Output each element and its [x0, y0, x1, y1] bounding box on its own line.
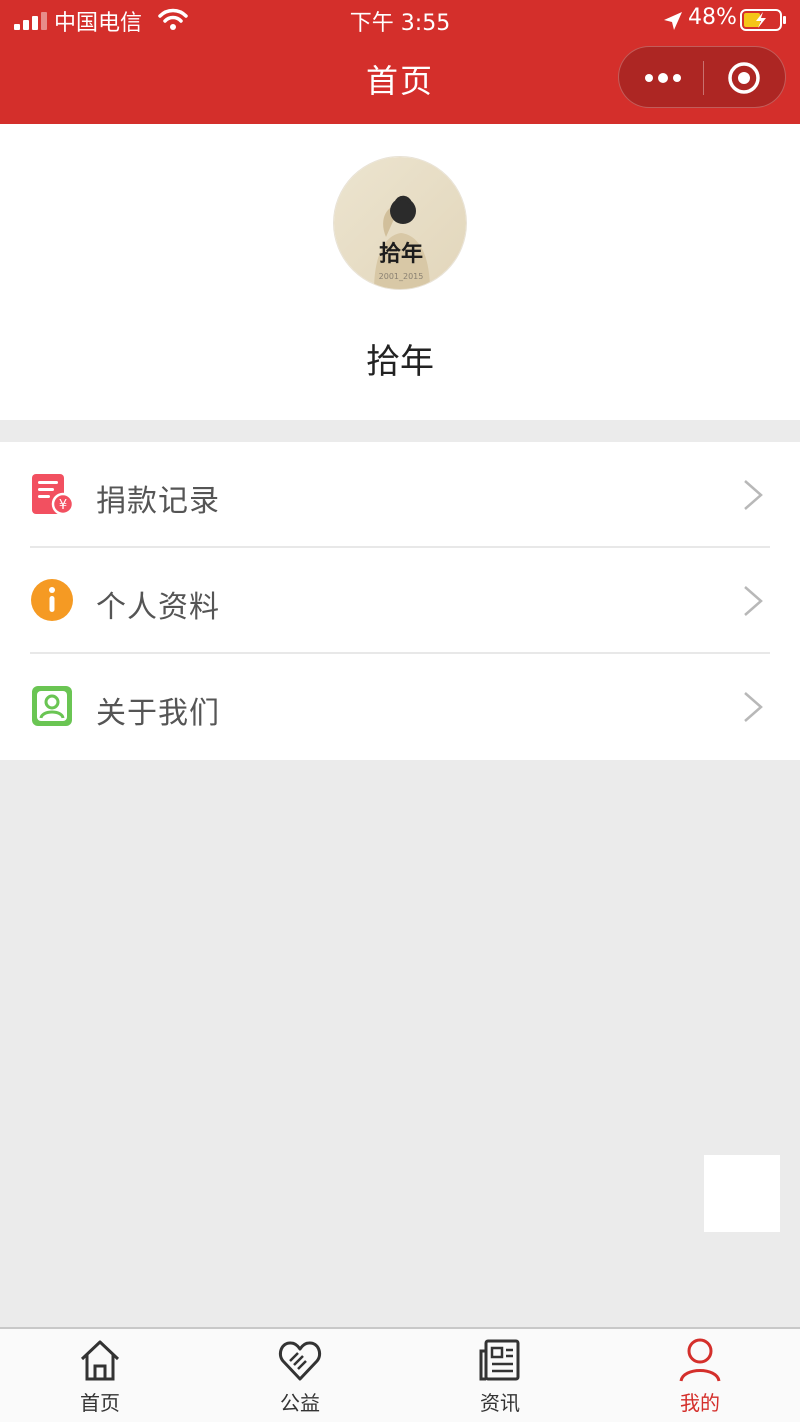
user-icon	[679, 1338, 721, 1382]
profile-section: 拾年 2001_2015 拾年	[0, 124, 800, 420]
chevron-right-icon	[744, 692, 763, 722]
more-dots-icon[interactable]	[643, 69, 683, 87]
heart-hands-icon	[278, 1341, 322, 1381]
avatar[interactable]: 拾年 2001_2015	[333, 156, 467, 290]
tab-home[interactable]: 首页	[0, 1329, 200, 1422]
tab-charity[interactable]: 公益	[200, 1329, 400, 1422]
avatar-image: 拾年 2001_2015	[334, 157, 466, 289]
status-bar: 中国电信 下午 3:55 48%	[0, 0, 800, 40]
avatar-text: 拾年	[379, 241, 423, 267]
battery-charging-icon	[740, 9, 786, 31]
chevron-right-icon	[744, 586, 763, 616]
donation-record-icon: ¥	[32, 474, 74, 516]
tab-news[interactable]: 资讯	[400, 1329, 600, 1422]
svg-text:¥: ¥	[59, 498, 67, 513]
tab-label: 我的	[680, 1391, 720, 1415]
tab-bar: 首页 公益 资讯 我的	[0, 1327, 800, 1422]
menu-item-about-us[interactable]: 关于我们	[0, 654, 800, 760]
tab-label: 公益	[280, 1391, 320, 1415]
menu-label-profile: 个人资料	[96, 590, 220, 625]
menu-label-donation-records: 捐款记录	[96, 484, 220, 519]
avatar-subtext: 2001_2015	[379, 272, 424, 281]
tab-label: 首页	[80, 1391, 120, 1415]
menu-label-about-us: 关于我们	[96, 696, 220, 731]
menu-list: ¥ 捐款记录 个人资料 关于我们	[0, 442, 800, 760]
menu-item-profile[interactable]: 个人资料	[0, 548, 800, 654]
tab-mine[interactable]: 我的	[600, 1329, 800, 1422]
location-arrow-icon	[664, 12, 682, 30]
news-icon	[479, 1339, 520, 1381]
floating-button[interactable]	[704, 1155, 780, 1232]
username: 拾年	[366, 342, 434, 382]
info-icon	[31, 579, 73, 621]
capsule-divider	[703, 61, 704, 95]
mini-program-capsule	[618, 46, 786, 108]
top-bar: 中国电信 下午 3:55 48% 首页	[0, 0, 800, 124]
chevron-right-icon	[744, 480, 763, 510]
battery-percent: 48%	[688, 5, 737, 30]
tab-label: 资讯	[480, 1391, 520, 1415]
contact-card-icon	[32, 686, 72, 726]
menu-item-donation-records[interactable]: ¥ 捐款记录	[0, 442, 800, 548]
home-icon	[80, 1340, 120, 1381]
target-circle-icon[interactable]	[727, 61, 761, 95]
